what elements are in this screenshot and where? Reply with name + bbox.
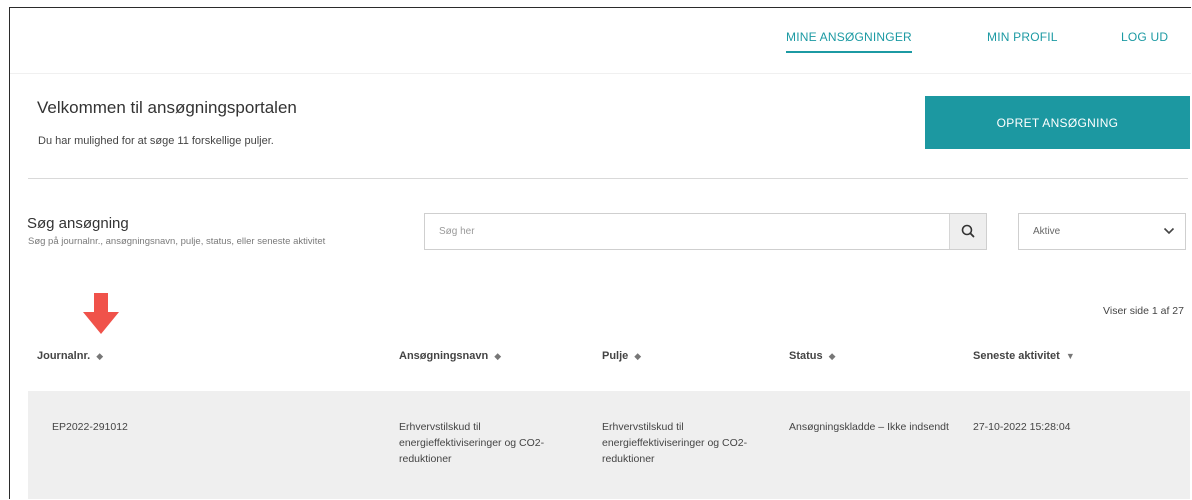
pagination-info: Viser side 1 af 27 — [1103, 305, 1184, 317]
sort-icon: ◆ — [494, 351, 502, 361]
column-header-label: Status — [789, 350, 823, 362]
column-header-ansoegningsnavn[interactable]: Ansøgningsnavn ◆ — [399, 350, 501, 362]
column-header-label: Journalnr. — [37, 350, 91, 362]
column-header-seneste-aktivitet[interactable]: Seneste aktivitet ▼ — [973, 350, 1075, 362]
status-filter-select[interactable]: Aktive — [1018, 213, 1186, 250]
column-header-status[interactable]: Status ◆ — [789, 350, 836, 362]
nav-log-ud[interactable]: LOG UD — [1121, 30, 1168, 44]
cell-status: Ansøgningskladde – Ikke indsendt — [789, 421, 949, 433]
column-header-label: Pulje — [602, 350, 629, 362]
search-icon — [961, 224, 975, 238]
cell-pulje: Erhvervstilskud til energieffektiviserin… — [602, 421, 748, 465]
sort-desc-icon: ▼ — [1065, 351, 1075, 361]
cell-ansoegningsnavn: Erhvervstilskud til energieffektiviserin… — [399, 421, 545, 465]
search-box — [424, 213, 987, 250]
sort-icon: ◆ — [634, 351, 642, 361]
cell-seneste-aktivitet: 27-10-2022 15:28:04 — [973, 421, 1071, 433]
section-divider — [28, 178, 1188, 179]
status-filter-value: Aktive — [1033, 226, 1061, 237]
cell-journalnr: EP2022-291012 — [52, 421, 128, 433]
column-header-label: Seneste aktivitet — [973, 350, 1060, 362]
nav-min-profil[interactable]: MIN PROFIL — [987, 30, 1058, 44]
search-button[interactable] — [949, 214, 986, 249]
column-header-pulje[interactable]: Pulje ◆ — [602, 350, 641, 362]
chevron-down-icon — [1163, 227, 1175, 235]
search-title: Søg ansøgning — [27, 215, 129, 232]
create-application-button[interactable]: OPRET ANSØGNING — [925, 96, 1190, 149]
column-header-label: Ansøgningsnavn — [399, 350, 489, 362]
sort-icon: ◆ — [828, 351, 836, 361]
top-navigation: MINE ANSØGNINGER MIN PROFIL LOG UD — [10, 8, 1191, 74]
search-input[interactable] — [425, 214, 945, 249]
welcome-title: Velkommen til ansøgningsportalen — [37, 98, 297, 117]
search-hint: Søg på journalnr., ansøgningsnavn, pulje… — [28, 236, 326, 247]
table-row[interactable]: EP2022-291012 Erhvervstilskud til energi… — [28, 391, 1190, 499]
welcome-subtitle: Du har mulighed for at søge 11 forskelli… — [38, 135, 274, 147]
annotation-arrow-icon — [83, 293, 119, 334]
app-frame: MINE ANSØGNINGER MIN PROFIL LOG UD Velko… — [9, 7, 1191, 499]
nav-mine-ansoegninger[interactable]: MINE ANSØGNINGER — [786, 30, 912, 53]
sort-icon: ◆ — [96, 351, 104, 361]
column-header-journalnr[interactable]: Journalnr. ◆ — [37, 350, 103, 362]
